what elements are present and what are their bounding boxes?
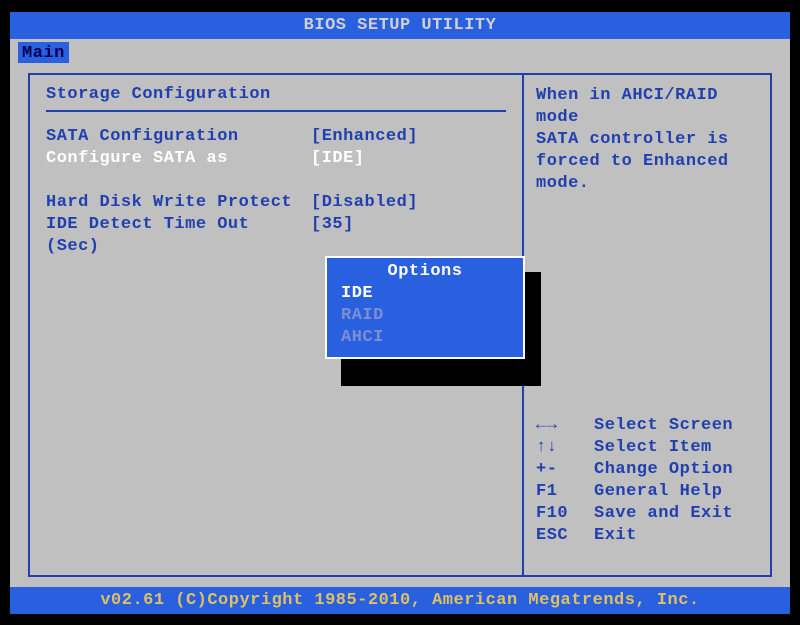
nav-select-item: ↑↓ Select Item: [536, 437, 758, 459]
arrows-ud-icon: ↑↓: [536, 437, 594, 459]
help-panel: When in AHCI/RAID mode SATA controller i…: [524, 75, 770, 575]
popup-title: Options: [337, 262, 513, 281]
title-bar: BIOS SETUP UTILITY: [10, 12, 790, 39]
option-ahci[interactable]: AHCI: [337, 327, 513, 349]
setting-value: [Enhanced]: [311, 126, 418, 148]
nav-desc: Change Option: [594, 459, 733, 481]
footer-bar: v02.61 (C)Copyright 1985-2010, American …: [10, 587, 790, 614]
setting-value: [Disabled]: [311, 192, 418, 214]
key-f10: F10: [536, 503, 594, 525]
setting-value: [IDE]: [311, 148, 365, 170]
settings-panel: Storage Configuration SATA Configuration…: [30, 75, 524, 575]
setting-label: Hard Disk Write Protect: [46, 192, 311, 214]
tab-main[interactable]: Main: [18, 42, 69, 65]
app-title: BIOS SETUP UTILITY: [304, 16, 497, 35]
nav-desc: Select Screen: [594, 415, 733, 437]
nav-desc: Select Item: [594, 437, 712, 459]
key-plusminus: +-: [536, 459, 594, 481]
arrows-lr-icon: ←→: [536, 415, 594, 437]
help-text: When in AHCI/RAID mode SATA controller i…: [536, 85, 758, 195]
nav-change-option: +- Change Option: [536, 459, 758, 481]
setting-label: Configure SATA as: [46, 148, 311, 170]
options-popup: Options IDE RAID AHCI: [325, 256, 525, 359]
copyright-text: v02.61 (C)Copyright 1985-2010, American …: [100, 591, 699, 610]
nav-save-exit: F10 Save and Exit: [536, 503, 758, 525]
option-ide[interactable]: IDE: [337, 283, 513, 305]
nav-desc: Exit: [594, 525, 637, 547]
setting-label: SATA Configuration: [46, 126, 311, 148]
setting-value: [35]: [311, 214, 354, 258]
option-raid[interactable]: RAID: [337, 305, 513, 327]
nav-desc: General Help: [594, 481, 722, 503]
nav-general-help: F1 General Help: [536, 481, 758, 503]
section-title: Storage Configuration: [46, 85, 506, 104]
nav-select-screen: ←→ Select Screen: [536, 415, 758, 437]
nav-desc: Save and Exit: [594, 503, 733, 525]
setting-sata-config[interactable]: SATA Configuration [Enhanced]: [46, 126, 506, 148]
setting-configure-sata[interactable]: Configure SATA as [IDE]: [46, 148, 506, 170]
tab-bar: Main: [10, 39, 790, 63]
setting-ide-timeout[interactable]: IDE Detect Time Out (Sec) [35]: [46, 214, 506, 258]
key-f1: F1: [536, 481, 594, 503]
divider: [46, 110, 506, 112]
setting-hdd-write-protect[interactable]: Hard Disk Write Protect [Disabled]: [46, 192, 506, 214]
nav-help: ←→ Select Screen ↑↓ Select Item +- Chang…: [536, 415, 758, 547]
setting-label: IDE Detect Time Out (Sec): [46, 214, 311, 258]
nav-exit: ESC Exit: [536, 525, 758, 547]
key-esc: ESC: [536, 525, 594, 547]
